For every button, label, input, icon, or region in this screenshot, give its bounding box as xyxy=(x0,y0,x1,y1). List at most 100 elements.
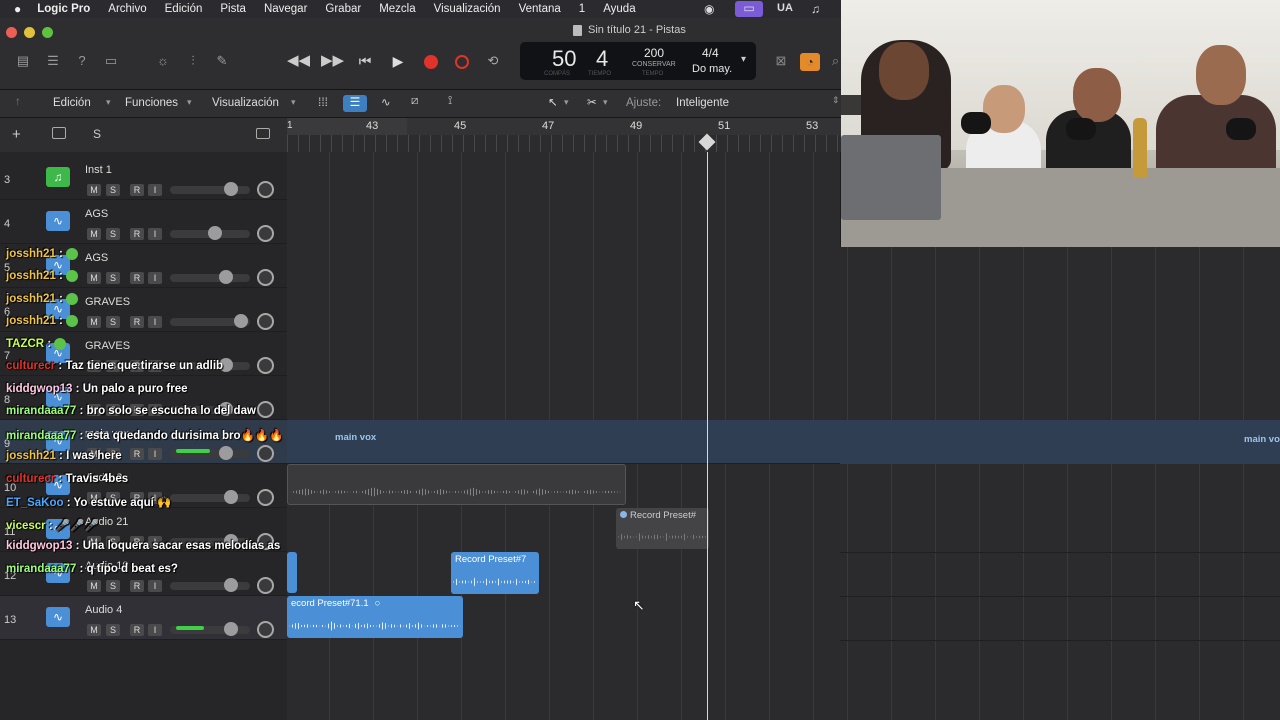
input-monitor-button[interactable]: I xyxy=(148,624,162,636)
cycle-icon[interactable]: ⟲ xyxy=(483,53,503,69)
go-to-start-icon[interactable]: ⏮ xyxy=(355,53,375,69)
track-header[interactable]: 13 ∿ Audio 4 MSRI xyxy=(0,596,287,640)
waveform-icon[interactable]: ∿ xyxy=(46,211,70,231)
metronome-icon[interactable]: ◔ xyxy=(800,53,820,71)
lcd-tempo-mode: CONSERVAR xyxy=(632,61,676,68)
menu-pista[interactable]: Pista xyxy=(220,3,246,15)
close-button[interactable] xyxy=(6,27,17,38)
back-arrow-icon[interactable]: ↑ xyxy=(15,96,21,108)
menu-ventana[interactable]: Ventana xyxy=(519,3,561,15)
library-icon[interactable]: ▤ xyxy=(13,53,33,69)
track-name[interactable]: AGS xyxy=(85,208,108,220)
region[interactable] xyxy=(287,552,297,593)
arrangement-area[interactable]: main vox Record Preset# Record Preset#7 … xyxy=(287,152,840,720)
track-header[interactable]: 3 ♫ Inst 1 MSRI xyxy=(0,156,287,200)
region[interactable]: main vox xyxy=(1240,432,1280,447)
list-view-icon[interactable]: ☰ xyxy=(343,95,367,112)
global-solo-label[interactable]: S xyxy=(93,127,101,141)
pan-knob[interactable] xyxy=(257,181,274,198)
fader-knob[interactable] xyxy=(224,622,238,636)
menu-visualizacion[interactable]: Visualización xyxy=(434,3,501,15)
chat-message: mirandaaa77 : bro solo se escucha lo del… xyxy=(6,405,256,417)
waveform-icon[interactable]: ∿ xyxy=(46,607,70,627)
snap-select[interactable]: Inteligente xyxy=(676,97,729,109)
mute-button[interactable]: M xyxy=(87,624,101,636)
mute-button[interactable]: M xyxy=(87,228,101,240)
chat-separator: : xyxy=(55,248,67,261)
track-name[interactable]: Inst 1 xyxy=(85,164,112,176)
region[interactable]: main vox xyxy=(331,430,380,445)
pointer-tool-icon[interactable]: ↖ xyxy=(548,95,558,109)
zoom-button[interactable] xyxy=(42,27,53,38)
fader-knob[interactable] xyxy=(224,182,238,196)
menu-mezcla[interactable]: Mezcla xyxy=(379,3,415,15)
minimize-button[interactable] xyxy=(24,27,35,38)
solo-button[interactable]: S xyxy=(106,228,120,240)
edit-menu[interactable]: Edición xyxy=(53,97,91,109)
lcd-display[interactable]: 50 4 COMPÁS TIEMPO 200 CONSERVAR TEMPO 4… xyxy=(520,42,756,80)
flex-icon[interactable]: ⧄ xyxy=(411,95,418,108)
catch-playhead-icon[interactable] xyxy=(256,128,270,139)
menu-navegar[interactable]: Navegar xyxy=(264,3,307,15)
region[interactable]: ecord Preset#71.1 ○ xyxy=(287,596,463,638)
play-icon[interactable]: ▶ xyxy=(388,53,408,69)
region[interactable] xyxy=(287,464,626,505)
region[interactable]: Record Preset# xyxy=(616,508,709,549)
apple-icon[interactable]: ● xyxy=(14,2,21,16)
duplicate-track-icon[interactable] xyxy=(52,127,66,139)
record-enable-button[interactable]: R xyxy=(130,184,144,196)
no-overlap-icon[interactable]: ⊠ xyxy=(771,53,791,69)
menu-1[interactable]: 1 xyxy=(579,3,585,15)
region-name: ecord Preset#71.1 xyxy=(291,598,369,609)
fast-forward-icon[interactable]: ▶▶ xyxy=(321,53,344,69)
menu-archivo[interactable]: Archivo xyxy=(108,3,146,15)
solo-button[interactable]: S xyxy=(106,184,120,196)
fader-knob[interactable] xyxy=(208,226,222,240)
bar-ruler[interactable]: 43 45 47 49 51 53 1 xyxy=(287,118,841,152)
chat-username: TAZCR xyxy=(6,338,45,351)
pan-knob[interactable] xyxy=(257,621,274,638)
arrangement-area-extended[interactable]: main vox xyxy=(840,247,1280,720)
help-icon[interactable]: ? xyxy=(72,53,92,69)
region[interactable]: Record Preset#7 xyxy=(451,552,539,594)
mixer-icon[interactable]: ⫶ xyxy=(183,53,203,69)
music-icon[interactable]: ♫ xyxy=(811,2,820,16)
track-name[interactable]: Audio 4 xyxy=(85,604,122,616)
person-head xyxy=(1196,45,1246,105)
record-icon[interactable] xyxy=(424,55,438,69)
solo-button[interactable]: S xyxy=(106,624,120,636)
instrument-icon[interactable]: ♫ xyxy=(46,167,70,187)
rewind-icon[interactable]: ◀◀ xyxy=(287,53,310,69)
view-menu[interactable]: Visualización xyxy=(212,97,279,109)
pan-knob[interactable] xyxy=(257,225,274,242)
automation-icon[interactable]: ∿ xyxy=(381,95,391,109)
toolbar-icon[interactable]: ▭ xyxy=(101,53,121,69)
catch-icon[interactable]: ⟟ xyxy=(448,95,452,108)
input-monitor-button[interactable]: I xyxy=(148,184,162,196)
input-monitor-button[interactable]: I xyxy=(148,228,162,240)
secondary-tool-icon[interactable]: ✂ xyxy=(587,95,597,109)
record-enable-button[interactable]: R xyxy=(130,228,144,240)
menu-app[interactable]: Logic Pro xyxy=(37,3,90,15)
functions-menu[interactable]: Funciones xyxy=(125,97,178,109)
search-icon[interactable]: ⌕ xyxy=(830,53,841,69)
menu-grabar[interactable]: Grabar xyxy=(325,3,361,15)
menu-ayuda[interactable]: Ayuda xyxy=(603,3,635,15)
screen-share-icon[interactable]: ▭ xyxy=(735,1,763,17)
chat-text: Taz tiene que tirarse un adlib xyxy=(65,360,224,372)
mute-button[interactable]: M xyxy=(87,184,101,196)
replace-record-icon[interactable] xyxy=(455,55,469,69)
record-enable-button[interactable]: R xyxy=(130,624,144,636)
waveform xyxy=(618,532,707,542)
input-source-label[interactable]: UA xyxy=(777,2,793,14)
menu-edicion[interactable]: Edición xyxy=(165,3,203,15)
smart-controls-icon[interactable]: ☼ xyxy=(153,53,173,69)
track-header[interactable]: 4 ∿ AGS M S R I xyxy=(0,200,287,244)
inspector-icon[interactable]: ☰ xyxy=(43,53,63,69)
add-track-button[interactable]: + xyxy=(12,126,21,143)
volume-fader[interactable] xyxy=(170,186,250,194)
chevron-down-icon[interactable]: ▾ xyxy=(741,54,746,65)
editors-icon[interactable]: ✎ xyxy=(212,53,232,69)
grid-view-icon[interactable]: ⁞⁞⁞ xyxy=(318,95,336,111)
status-icon[interactable]: ◉ xyxy=(704,2,714,16)
